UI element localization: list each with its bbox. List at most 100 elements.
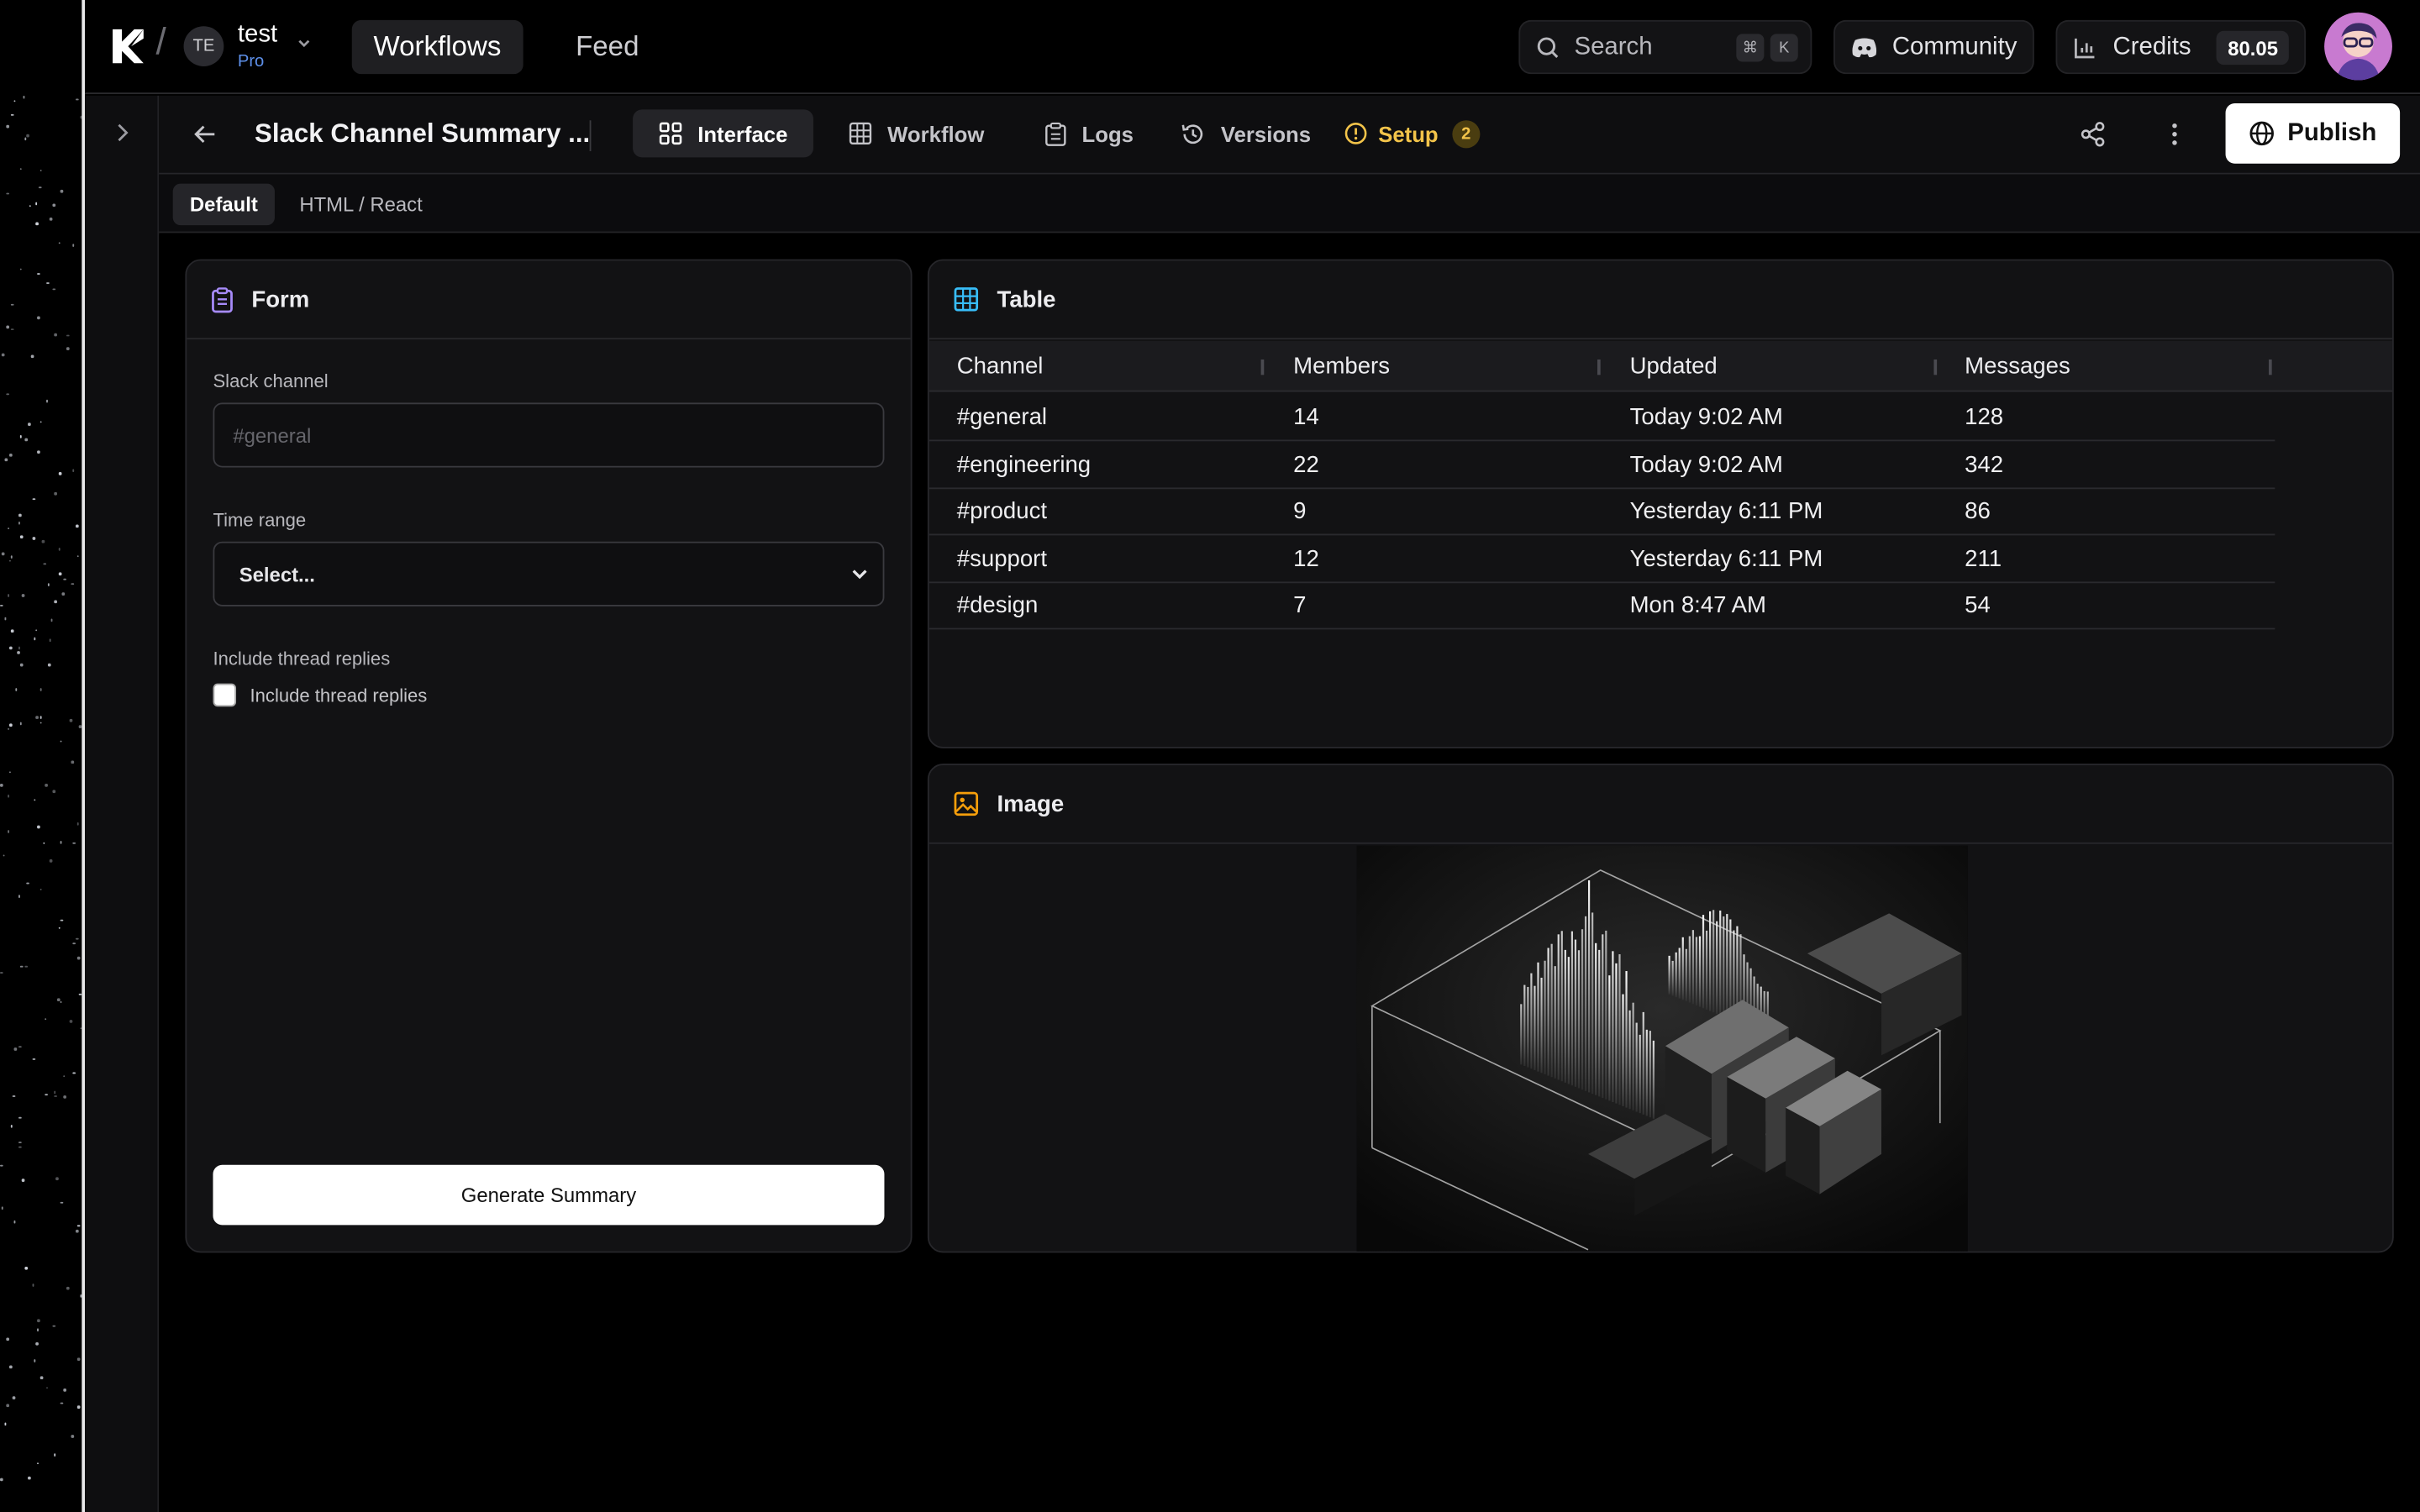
column-resize-handle[interactable]	[2269, 359, 2272, 375]
table-cell: 7	[1293, 592, 1307, 619]
app-logo-icon[interactable]	[109, 26, 146, 66]
table-row[interactable]: #design 7 Mon 8:47 AM 54	[929, 581, 2275, 630]
breadcrumb-separator: /	[155, 21, 166, 64]
table-icon	[954, 287, 979, 312]
table-cell: Today 9:02 AM	[1629, 452, 1783, 479]
table-cell: Mon 8:47 AM	[1629, 592, 1766, 619]
chevron-down-icon	[849, 563, 871, 585]
table-cell: 54	[1965, 592, 1991, 619]
table-cell: 128	[1965, 404, 2004, 431]
table-cell: Yesterday 6:11 PM	[1629, 498, 1823, 525]
view-tab-html-react[interactable]: HTML / React	[282, 184, 439, 226]
workspace-plan-badge: Pro	[237, 52, 265, 71]
column-header[interactable]: Channel	[957, 354, 1044, 380]
search-label: Search	[1574, 33, 1653, 60]
form-card-header: Form	[187, 260, 911, 340]
community-button[interactable]: Community	[1833, 19, 2034, 75]
table-cell: 9	[1293, 498, 1307, 525]
chevron-down-icon[interactable]	[295, 34, 313, 57]
form-title: Form	[251, 286, 310, 312]
time-range-label: Time range	[213, 509, 307, 531]
generate-summary-button[interactable]: Generate Summary	[213, 1164, 885, 1226]
view-tabs: Default HTML / React	[159, 174, 2420, 234]
grid-icon	[659, 122, 682, 145]
table-cell: #product	[956, 498, 1047, 525]
sidebar-rail	[85, 95, 160, 1512]
tab-workflow[interactable]: Workflow	[823, 109, 1011, 157]
table-cell: 22	[1293, 452, 1319, 479]
column-header[interactable]: Updated	[1630, 354, 1718, 380]
credits-label: Credits	[2112, 33, 2191, 60]
image-card: Image	[927, 764, 2394, 1253]
discord-icon	[1850, 36, 1878, 58]
table-header-row: Channel Members Updated Messages	[929, 340, 2392, 392]
time-range-value: Select...	[239, 562, 315, 586]
workspace-name[interactable]: test	[238, 22, 277, 50]
image-icon	[954, 791, 979, 816]
table-cell: 86	[1965, 498, 1991, 525]
table-title: Table	[997, 286, 1056, 312]
column-resize-handle[interactable]	[1260, 359, 1265, 375]
view-tab-default[interactable]: Default	[172, 183, 276, 226]
table-row[interactable]: #engineering 22 Today 9:02 AM 342	[929, 441, 2275, 490]
share-icon[interactable]	[2079, 120, 2107, 155]
tab-label: Logs	[1081, 121, 1134, 146]
table-cell: Today 9:02 AM	[1629, 404, 1783, 431]
bar-chart-icon	[2073, 34, 2097, 59]
nav-workflows[interactable]: Workflows	[351, 19, 523, 75]
slack-channel-input[interactable]	[213, 402, 885, 468]
history-icon	[1181, 121, 1205, 145]
credits-button[interactable]: Credits 80.05	[2055, 19, 2307, 75]
tab-setup[interactable]: Setup 2	[1318, 109, 1507, 157]
table-cell: 12	[1293, 546, 1319, 573]
time-range-select[interactable]: Select...	[213, 541, 885, 606]
setup-count-badge: 2	[1452, 119, 1481, 148]
clipboard-icon	[1044, 121, 1066, 145]
table-row[interactable]: #general 14 Today 9:02 AM 128	[929, 393, 2275, 442]
form-card: Form Slack channel Time range Select... …	[185, 259, 913, 1253]
table-cell: 342	[1965, 452, 2004, 479]
column-resize-handle[interactable]	[1597, 359, 1601, 375]
image-card-header: Image	[929, 765, 2392, 844]
tab-label: Versions	[1220, 121, 1312, 146]
table-row[interactable]: #support 12 Yesterday 6:11 PM 211	[929, 535, 2275, 584]
table-row[interactable]: #product 9 Yesterday 6:11 PM 86	[929, 487, 2275, 536]
more-vertical-icon[interactable]	[2160, 120, 2188, 155]
tab-interface[interactable]: Interface	[633, 109, 814, 158]
image-title: Image	[997, 790, 1065, 817]
shortcut-key-cmd: ⌘	[1736, 34, 1765, 62]
tab-label: Workflow	[887, 121, 985, 146]
search-icon	[1536, 34, 1560, 59]
table-cell: #support	[956, 546, 1047, 573]
starfield-decoration	[0, 95, 82, 1512]
table-cell: #engineering	[956, 452, 1092, 479]
generated-image	[1356, 845, 1968, 1252]
tab-label: Interface	[697, 121, 788, 146]
shortcut-key-k: K	[1770, 34, 1798, 62]
column-header[interactable]: Messages	[1965, 354, 2070, 380]
thread-replies-checkbox-label[interactable]: Include thread replies	[250, 685, 428, 706]
nav-feed[interactable]: Feed	[554, 20, 660, 74]
divider	[589, 120, 592, 151]
publish-label: Publish	[2287, 119, 2377, 146]
column-resize-handle[interactable]	[1933, 359, 1938, 375]
alert-circle-icon	[1344, 122, 1368, 145]
globe-icon	[2249, 120, 2275, 146]
user-avatar[interactable]	[2324, 12, 2392, 81]
table-cell: Yesterday 6:11 PM	[1629, 546, 1823, 573]
tab-label: Setup	[1378, 121, 1439, 146]
table-cell: 14	[1293, 404, 1319, 431]
app-bar: Slack Channel Summary ... Interface Work…	[159, 95, 2420, 175]
table-card: Table Channel Members Updated Messages #…	[927, 259, 2394, 748]
credits-balance: 80.05	[2217, 30, 2289, 66]
search-button[interactable]: Search ⌘ K	[1518, 19, 1812, 75]
column-header[interactable]: Members	[1293, 354, 1390, 380]
publish-button[interactable]: Publish	[2225, 103, 2401, 164]
expand-sidebar-icon[interactable]	[111, 122, 133, 151]
tab-versions[interactable]: Versions	[1155, 109, 1337, 157]
thread-replies-checkbox[interactable]	[213, 683, 237, 707]
back-arrow-icon[interactable]	[193, 122, 218, 155]
table-card-header: Table	[929, 260, 2392, 340]
workspace-avatar[interactable]: TE	[183, 26, 224, 66]
tab-logs[interactable]: Logs	[1018, 109, 1160, 157]
